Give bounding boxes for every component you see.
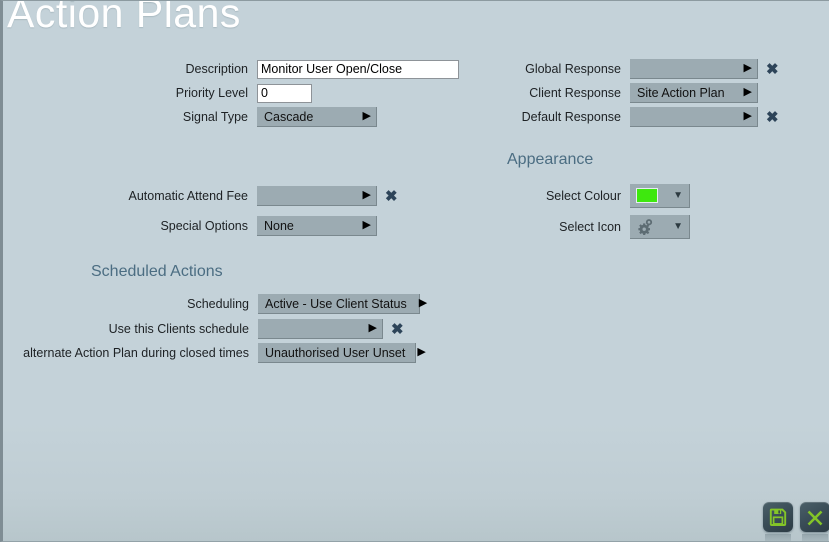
special-options-label: Special Options bbox=[160, 219, 248, 233]
clear-use-clients-schedule-button[interactable]: ✖ bbox=[391, 322, 404, 337]
floppy-disk-icon bbox=[769, 508, 787, 526]
chevron-right-icon: ▶ bbox=[743, 110, 752, 122]
save-button[interactable] bbox=[763, 502, 793, 541]
special-options-dropdown[interactable]: None ▶ bbox=[257, 216, 377, 236]
chevron-right-icon: ▶ bbox=[743, 62, 752, 74]
select-icon-picker[interactable]: ▼ bbox=[630, 215, 690, 239]
client-response-label: Client Response bbox=[529, 86, 621, 100]
scheduled-actions-heading: Scheduled Actions bbox=[91, 263, 223, 280]
field-row-description: Description Monitor User Open/Close bbox=[123, 59, 459, 79]
alternate-action-plan-dropdown[interactable]: Unauthorised User Unset ▶ bbox=[258, 343, 426, 363]
clear-default-response-button[interactable]: ✖ bbox=[766, 110, 779, 125]
chevron-right-icon: ▶ bbox=[362, 219, 371, 231]
field-row-automatic-attend-fee: Automatic Attend Fee ▶ ✖ bbox=[63, 186, 398, 206]
global-response-dropdown[interactable]: ▶ bbox=[630, 59, 758, 79]
priority-level-label: Priority Level bbox=[175, 86, 248, 100]
alternate-action-plan-label: alternate Action Plan during closed time… bbox=[23, 346, 249, 360]
appearance-heading: Appearance bbox=[507, 151, 594, 168]
default-response-label: Default Response bbox=[521, 110, 621, 124]
client-response-value: Site Action Plan bbox=[637, 85, 725, 100]
field-row-scheduling: Scheduling Active - Use Client Status ▶ bbox=[21, 294, 427, 314]
global-response-label: Global Response bbox=[525, 62, 621, 76]
alternate-action-plan-value: Unauthorised User Unset bbox=[265, 345, 406, 360]
use-clients-schedule-label: Use this Clients schedule bbox=[108, 322, 249, 336]
chevron-down-icon: ▼ bbox=[673, 220, 683, 232]
description-input[interactable]: Monitor User Open/Close bbox=[257, 59, 459, 79]
special-options-value: None bbox=[264, 218, 294, 233]
chevron-right-icon: ▶ bbox=[418, 297, 428, 309]
select-colour-picker[interactable]: ▼ bbox=[630, 184, 690, 208]
field-row-global-response: Global Response ▶ ✖ bbox=[443, 59, 779, 79]
clear-automatic-attend-fee-button[interactable]: ✖ bbox=[385, 189, 398, 204]
description-label: Description bbox=[185, 62, 248, 76]
chevron-right-icon: ▶ bbox=[417, 346, 426, 358]
page-title: Action Plans bbox=[7, 0, 241, 36]
field-row-use-clients-schedule: Use this Clients schedule ▶ ✖ bbox=[21, 319, 404, 339]
field-row-special-options: Special Options None ▶ bbox=[63, 216, 377, 236]
chevron-down-icon: ▼ bbox=[673, 189, 683, 201]
field-row-select-icon: Select Icon ▼ bbox=[443, 215, 690, 239]
colour-swatch bbox=[636, 188, 658, 203]
chevron-right-icon: ▶ bbox=[743, 86, 752, 98]
scheduling-value: Active - Use Client Status bbox=[265, 296, 407, 311]
signal-type-label: Signal Type bbox=[182, 110, 248, 124]
automatic-attend-fee-label: Automatic Attend Fee bbox=[128, 189, 248, 203]
automatic-attend-fee-dropdown[interactable]: ▶ bbox=[257, 186, 377, 206]
signal-type-dropdown[interactable]: Cascade ▶ bbox=[257, 107, 377, 127]
field-row-alternate-action-plan: alternate Action Plan during closed time… bbox=[21, 343, 426, 363]
chevron-right-icon: ▶ bbox=[362, 189, 371, 201]
chevron-right-icon: ▶ bbox=[362, 110, 371, 122]
priority-level-input[interactable]: 0 bbox=[257, 83, 312, 103]
default-response-dropdown[interactable]: ▶ bbox=[630, 107, 758, 127]
select-colour-label: Select Colour bbox=[545, 189, 621, 203]
field-row-signal-type: Signal Type Cascade ▶ bbox=[123, 107, 377, 127]
field-row-client-response: Client Response Site Action Plan ▶ bbox=[443, 83, 758, 103]
action-plans-window: Action Plans Description Monitor User Op… bbox=[0, 0, 829, 542]
field-row-select-colour: Select Colour ▼ bbox=[443, 184, 690, 208]
action-button-bar bbox=[763, 502, 829, 541]
field-row-default-response: Default Response ▶ ✖ bbox=[443, 107, 779, 127]
scheduling-label: Scheduling bbox=[187, 297, 249, 311]
use-clients-schedule-dropdown[interactable]: ▶ bbox=[258, 319, 383, 339]
chevron-right-icon: ▶ bbox=[368, 322, 377, 334]
x-icon bbox=[806, 508, 824, 526]
scheduling-dropdown[interactable]: Active - Use Client Status ▶ bbox=[258, 294, 427, 314]
clear-global-response-button[interactable]: ✖ bbox=[766, 62, 779, 77]
signal-type-value: Cascade bbox=[264, 109, 314, 124]
client-response-dropdown[interactable]: Site Action Plan ▶ bbox=[630, 83, 758, 103]
close-button[interactable] bbox=[800, 502, 829, 541]
select-icon-label: Select Icon bbox=[559, 220, 621, 234]
field-row-priority-level: Priority Level 0 bbox=[123, 83, 312, 103]
gear-icon bbox=[636, 218, 656, 236]
